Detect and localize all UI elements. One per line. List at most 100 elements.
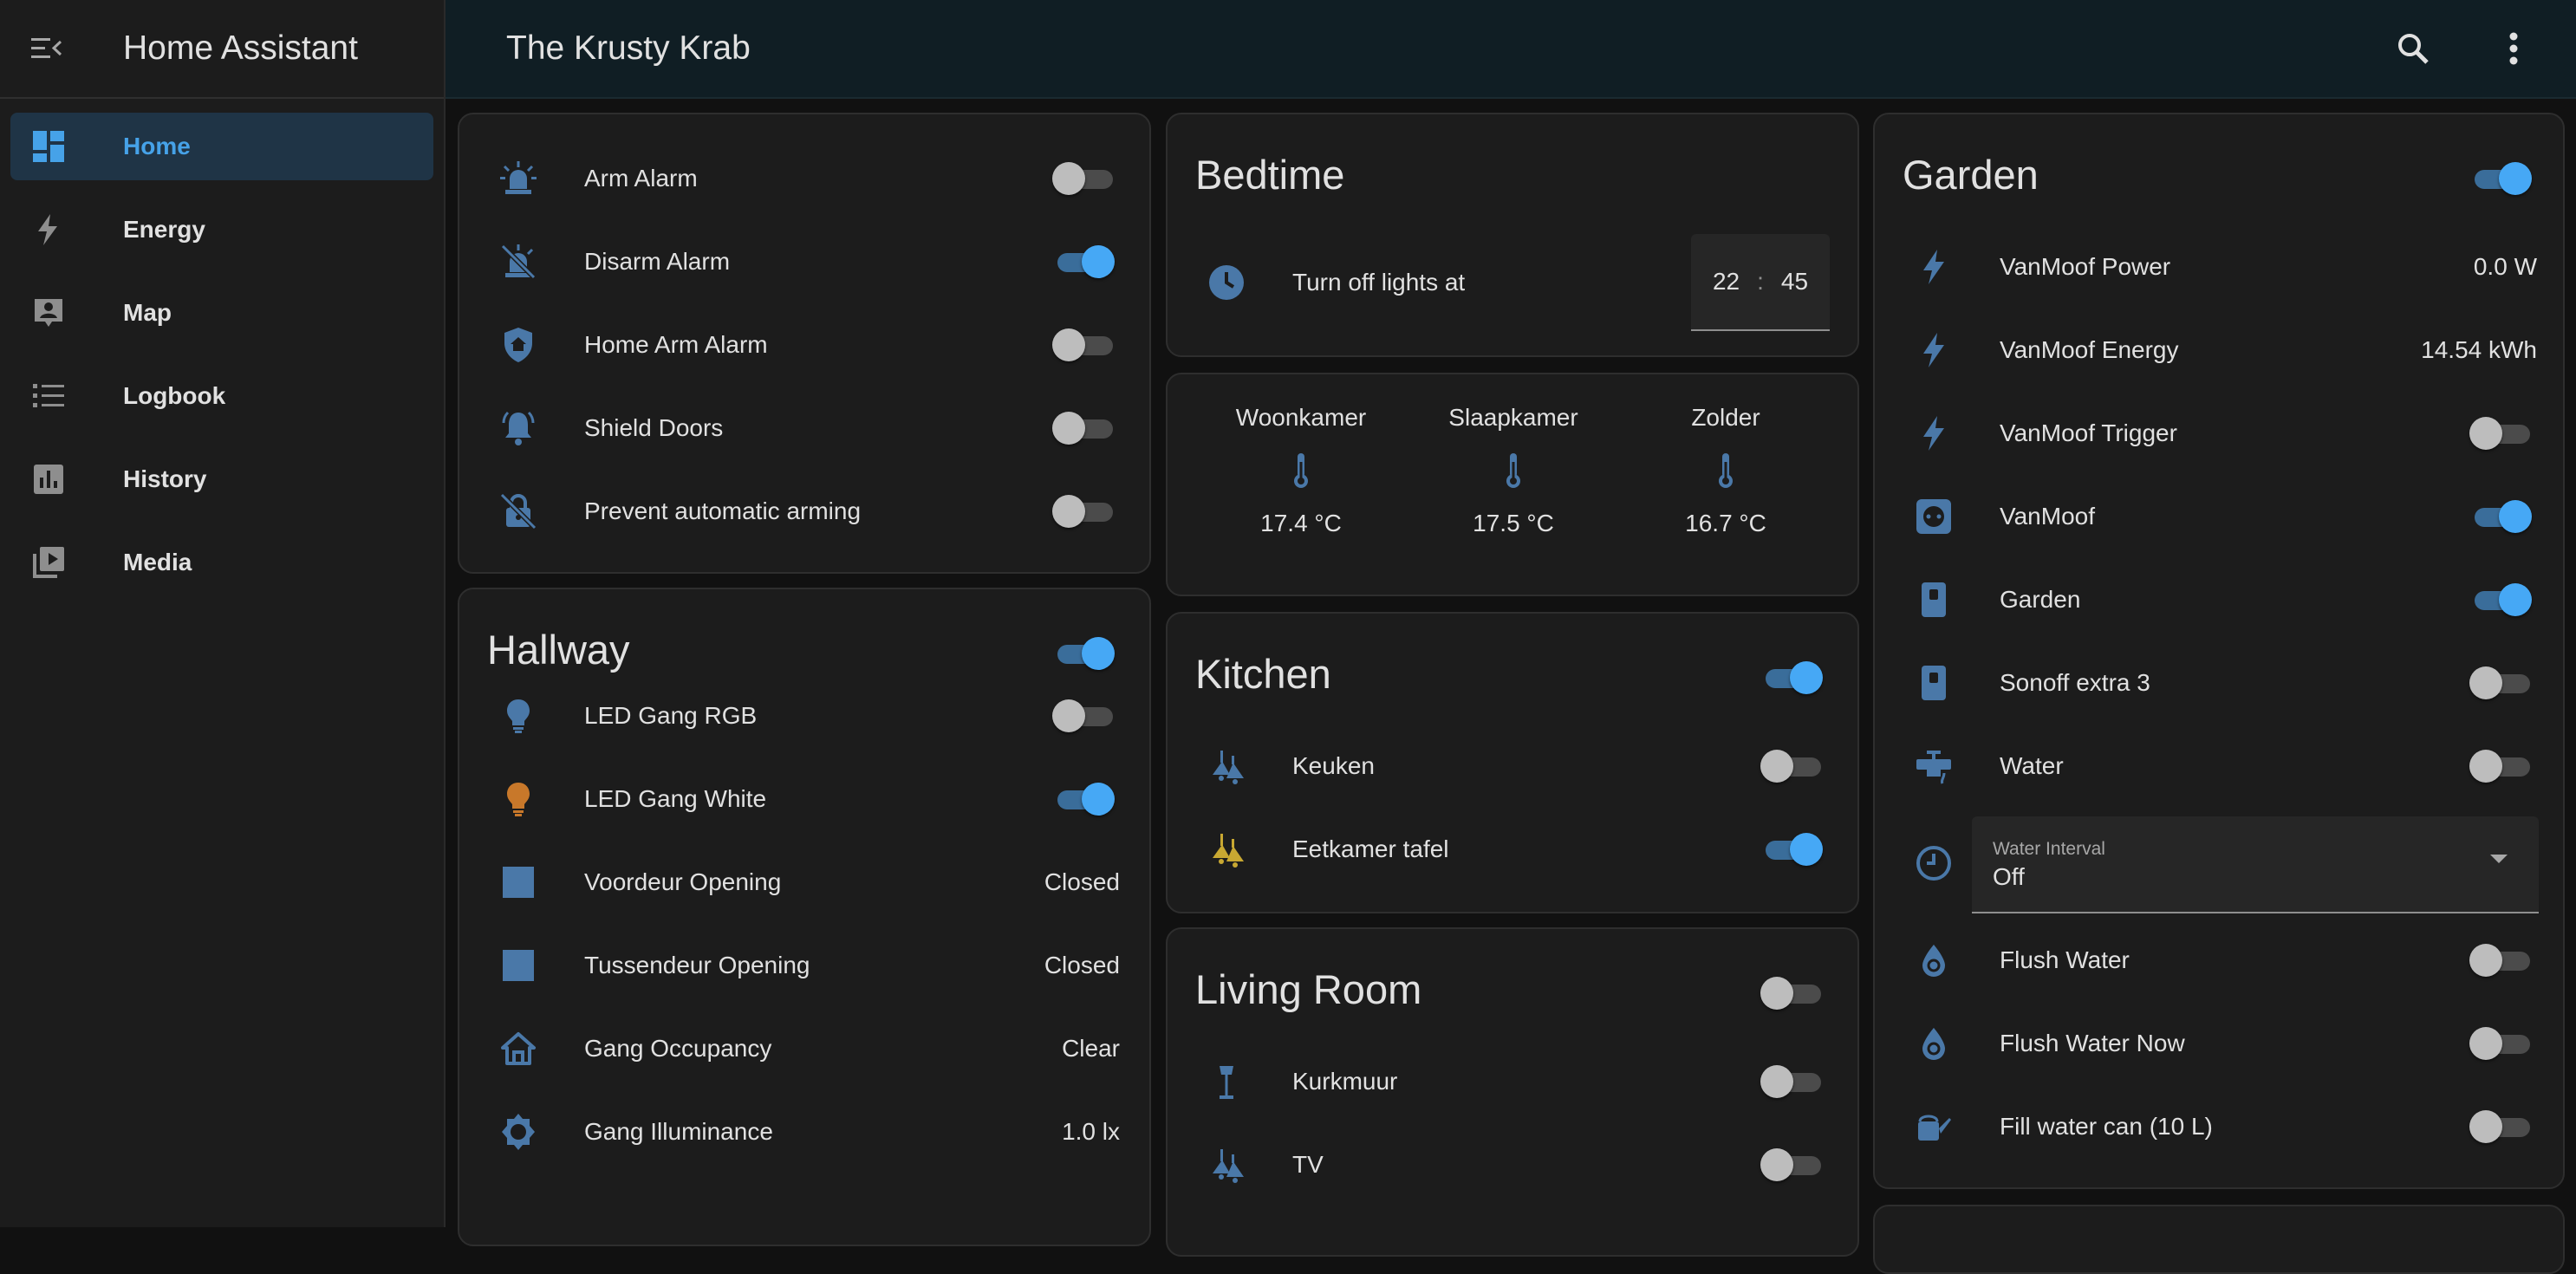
alarm-light-off-icon [498,241,539,283]
entity-row[interactable]: LED Gang RGB [459,674,1149,757]
entity-name: LED Gang RGB [584,702,758,729]
time-input[interactable]: 22 : 45 [1691,234,1830,331]
sidebar-header: Home Assistant [0,0,444,99]
toggle-switch[interactable] [2469,943,2532,978]
select-value: Off [1993,863,2025,890]
clock-outline-icon [1913,842,1955,884]
card-header-toggle[interactable] [1760,660,1823,695]
entity-name: Gang Occupancy [584,1035,772,1062]
sidebar-item-history[interactable]: History [10,445,433,513]
toggle-switch[interactable] [2469,499,2532,534]
entity-row[interactable]: TV [1168,1123,1857,1206]
entity-name: Flush Water [2000,946,2130,973]
toggle-switch[interactable] [1052,699,1115,733]
hallway-card: Hallway LED Gang RGB LED Gang White Voor… [458,588,1151,1246]
hour-field[interactable]: 22 [1713,268,1740,296]
water-pump-icon [1913,745,1955,787]
glance-item[interactable]: Woonkamer 17.4 °C [1197,404,1405,537]
entity-name: Turn off lights at [1292,269,1466,296]
entity-name: VanMoof [2000,503,2095,530]
sidebar-item-map[interactable]: Map [10,279,433,347]
card-title: Living Room [1195,966,1422,1012]
entity-row[interactable]: Flush Water Now [1875,1002,2563,1085]
chart-box-icon [29,460,68,498]
toggle-switch[interactable] [2469,666,2532,700]
entity-row: VanMoof Power 0.0 W [1875,225,2563,309]
entity-row[interactable]: Disarm Alarm [459,220,1149,303]
entity-row[interactable]: Kurkmuur [1168,1040,1857,1123]
entity-row[interactable]: VanMoof [1875,475,2563,558]
entity-row[interactable]: Prevent automatic arming [459,470,1149,553]
card-header-toggle[interactable] [1760,976,1823,1011]
entity-name: VanMoof Trigger [2000,419,2177,446]
dropdown-arrow-icon[interactable] [2490,855,2508,863]
page-title: The Krusty Krab [506,29,751,67]
entity-name: Arm Alarm [584,165,698,192]
entity-row[interactable]: Eetkamer tafel [1168,808,1857,891]
toggle-switch[interactable] [1052,782,1115,816]
toggle-switch[interactable] [1052,161,1115,196]
search-icon[interactable] [2387,23,2439,75]
sidebar-item-media[interactable]: Media [10,529,433,596]
ceiling-light-multiple-on-icon [1206,829,1247,870]
toggle-switch[interactable] [1052,494,1115,529]
toggle-switch[interactable] [1052,244,1115,279]
clock-icon [1206,262,1247,303]
entity-name: Home Arm Alarm [584,331,768,358]
living-room-card: Living Room Kurkmuur TV [1166,927,1859,1257]
entity-row[interactable]: Sonoff extra 3 [1875,641,2563,725]
entity-name: Fill water can (10 L) [2000,1113,2213,1140]
sidebar-item-energy[interactable]: Energy [10,196,433,263]
minute-field[interactable]: 45 [1781,268,1808,296]
entity-row: Voordeur Opening Closed [459,841,1149,924]
entity-row[interactable]: Keuken [1168,725,1857,808]
toggle-switch[interactable] [1760,1064,1823,1099]
entity-row[interactable]: Water [1875,725,2563,808]
card-header-toggle[interactable] [1052,636,1115,671]
toggle-switch[interactable] [1760,832,1823,867]
thermometer-icon [1197,432,1405,510]
card-header-toggle[interactable] [2469,161,2532,196]
flash-icon [1913,246,1955,288]
sidebar-item-home[interactable]: Home [10,113,433,180]
toggle-switch[interactable] [1760,749,1823,783]
entity-name: VanMoof Energy [2000,336,2179,363]
sidebar-item-label: History [123,465,207,492]
sidebar-item-logbook[interactable]: Logbook [10,362,433,430]
entity-row[interactable]: Fill water can (10 L) [1875,1085,2563,1168]
home-outline-icon [498,1028,539,1069]
thermometer-icon [1622,432,1830,510]
toggle-switch[interactable] [1052,328,1115,362]
toggle-switch[interactable] [1760,1147,1823,1182]
water-sync-icon [1913,1023,1955,1064]
toggle-switch[interactable] [2469,749,2532,783]
toggle-switch[interactable] [1052,411,1115,445]
entity-row[interactable]: Home Arm Alarm [459,303,1149,387]
glance-value: 17.4 °C [1260,510,1342,536]
toggle-switch[interactable] [2469,582,2532,617]
dashboard-icon [29,127,68,166]
lightbulb-icon [498,695,539,737]
power-socket-icon [1913,496,1955,537]
menu-collapse-icon[interactable] [29,31,64,66]
bell-ring-icon [498,407,539,449]
entity-row[interactable]: LED Gang White [459,757,1149,841]
entity-row[interactable]: Flush Water [1875,919,2563,1002]
more-vertical-icon[interactable] [2488,23,2540,75]
entity-row[interactable]: Arm Alarm [459,137,1149,220]
glance-item[interactable]: Slaapkamer 17.5 °C [1409,404,1617,537]
app-title: Home Assistant [123,29,358,67]
entity-state: 0.0 W [2473,253,2537,280]
water-sync-icon [1913,939,1955,981]
entity-row[interactable]: VanMoof Trigger [1875,392,2563,475]
sidebar-item-label: Map [123,299,172,326]
glance-item[interactable]: Zolder 16.7 °C [1622,404,1830,537]
entity-row[interactable]: Garden [1875,558,2563,641]
entity-row[interactable]: Shield Doors [459,387,1149,470]
entity-name: TV [1292,1151,1324,1178]
alarm-light-icon [498,158,539,199]
toggle-switch[interactable] [2469,416,2532,451]
toggle-switch[interactable] [2469,1109,2532,1144]
water-interval-select[interactable]: Water Interval Off [1972,816,2539,913]
toggle-switch[interactable] [2469,1026,2532,1061]
